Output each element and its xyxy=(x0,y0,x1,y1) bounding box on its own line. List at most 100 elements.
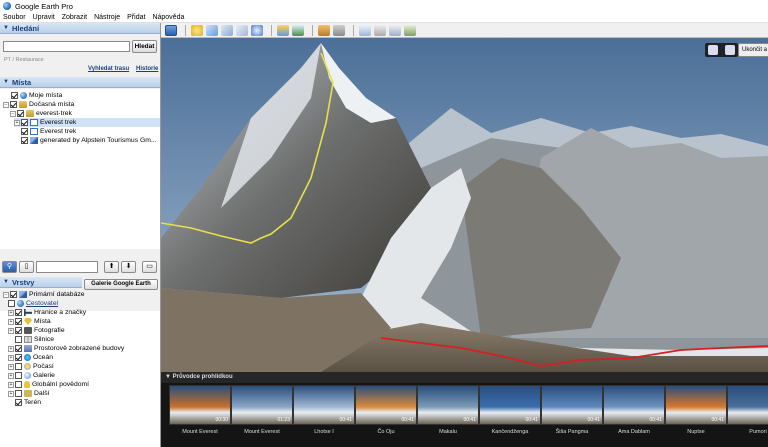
tree-item[interactable]: − Dočasná místa xyxy=(3,100,74,109)
checkbox[interactable] xyxy=(11,92,18,99)
places-panel-header[interactable]: ▼ Místa xyxy=(0,77,160,88)
checkbox[interactable] xyxy=(15,354,22,361)
tree-item[interactable]: Moje místa xyxy=(11,91,62,100)
exit-tour-button[interactable]: Ukončit a xyxy=(738,43,768,57)
add-placemark-button[interactable] xyxy=(191,24,203,36)
expand-toggle[interactable]: + xyxy=(8,327,14,334)
panel-toggle-button[interactable]: ▯ xyxy=(19,260,34,273)
tree-item[interactable]: + Prostorově zobrazené budovy xyxy=(8,344,124,353)
checkbox[interactable] xyxy=(21,119,28,126)
layers-panel-header[interactable]: ▼ Vrstvy xyxy=(0,277,82,288)
tour-thumbnail[interactable]: 00:41 xyxy=(665,385,727,425)
move-up-button[interactable]: ⬆ xyxy=(104,260,119,273)
tree-item[interactable]: Cestovatel xyxy=(8,299,58,308)
menu-tools[interactable]: Nástroje xyxy=(94,14,120,21)
history-link[interactable]: Historie xyxy=(136,66,158,72)
historical-imagery-button[interactable] xyxy=(292,24,304,36)
checkbox[interactable] xyxy=(15,336,22,343)
tour-thumbnail[interactable]: 01:23 xyxy=(231,385,293,425)
tour-guide-header[interactable]: ▼ Průvodce prohlídkou xyxy=(161,372,768,383)
email-button[interactable] xyxy=(359,24,371,36)
places-filter-input[interactable] xyxy=(36,260,98,273)
expand-toggle[interactable]: − xyxy=(3,101,9,108)
checkbox[interactable] xyxy=(15,309,22,316)
add-path-button[interactable] xyxy=(221,24,233,36)
expand-toggle[interactable]: + xyxy=(8,309,14,316)
tour-thumbnail[interactable]: 00:41 xyxy=(603,385,665,425)
tree-item[interactable]: + Další xyxy=(8,389,50,398)
tree-item[interactable]: + Oceán xyxy=(8,353,53,362)
add-polygon-button[interactable] xyxy=(206,24,218,36)
tour-thumbnail[interactable]: 00:41 xyxy=(479,385,541,425)
checkbox[interactable] xyxy=(17,110,24,117)
checkbox[interactable] xyxy=(15,318,22,325)
menu-help[interactable]: Nápověda xyxy=(152,14,184,21)
checkbox[interactable] xyxy=(8,300,15,307)
tree-item[interactable]: + Hranice a značky xyxy=(8,308,86,317)
record-tour-button[interactable] xyxy=(251,24,263,36)
checkbox[interactable] xyxy=(21,128,28,135)
tour-thumbnail[interactable]: 00:41 xyxy=(293,385,355,425)
checkbox[interactable] xyxy=(15,345,22,352)
camera-view-icon[interactable] xyxy=(724,45,735,55)
directions-link[interactable]: Vyhledat trasu xyxy=(88,66,129,72)
checkbox[interactable] xyxy=(10,101,17,108)
expand-toggle[interactable]: + xyxy=(8,381,14,388)
save-image-button[interactable] xyxy=(389,24,401,36)
menu-file[interactable]: Soubor xyxy=(3,14,26,21)
image-overlay-button[interactable] xyxy=(236,24,248,36)
tree-item-label[interactable]: Cestovatel xyxy=(26,300,58,307)
checkbox[interactable] xyxy=(15,390,22,397)
tree-item[interactable]: − everest-trek xyxy=(10,109,72,118)
search-input[interactable] xyxy=(3,41,130,52)
navigation-control[interactable] xyxy=(705,43,738,57)
tour-thumbnail[interactable] xyxy=(727,385,768,425)
tree-item[interactable]: + Fotografie xyxy=(8,326,65,335)
tree-item[interactable]: + Místa xyxy=(8,317,51,326)
tree-item[interactable]: Silnice xyxy=(15,335,54,344)
sunlight-button[interactable] xyxy=(277,24,289,36)
expand-toggle[interactable]: + xyxy=(8,345,14,352)
earth-gallery-button[interactable]: Galerie Google Earth xyxy=(84,279,158,290)
expand-toggle[interactable]: + xyxy=(14,119,20,126)
checkbox[interactable] xyxy=(15,327,22,334)
planets-button[interactable] xyxy=(318,24,330,36)
expand-toggle[interactable]: − xyxy=(3,291,9,298)
ruler-button[interactable] xyxy=(333,24,345,36)
tree-item[interactable]: Everest trek xyxy=(21,127,76,136)
menu-edit[interactable]: Upravit xyxy=(33,14,55,21)
print-button[interactable] xyxy=(374,24,386,36)
menu-add[interactable]: Přidat xyxy=(127,14,145,21)
checkbox[interactable] xyxy=(15,381,22,388)
expand-toggle[interactable]: + xyxy=(8,363,14,370)
expand-toggle[interactable]: − xyxy=(10,110,16,117)
search-panel-header[interactable]: ▼ Hledání xyxy=(0,23,160,34)
expand-toggle[interactable]: + xyxy=(8,372,14,379)
tour-thumbnail[interactable]: 00:41 xyxy=(355,385,417,425)
person-icon[interactable] xyxy=(708,45,719,55)
search-button[interactable]: Hledat xyxy=(132,40,157,53)
search-places-button[interactable]: ⚲ xyxy=(2,260,17,273)
checkbox[interactable] xyxy=(21,137,28,144)
expand-toggle[interactable]: + xyxy=(8,354,14,361)
earth-3d-view[interactable]: Ukončit a xyxy=(161,38,768,372)
tree-item[interactable]: Terén xyxy=(15,398,41,407)
tree-item[interactable]: + Galerie xyxy=(8,371,55,380)
checkbox[interactable] xyxy=(15,399,22,406)
tour-thumbnail[interactable]: 00:30 xyxy=(169,385,231,425)
move-down-button[interactable]: ⬇ xyxy=(121,260,136,273)
add-folder-button[interactable]: ▭ xyxy=(142,260,157,273)
checkbox[interactable] xyxy=(10,291,17,298)
tree-item[interactable]: + Počasí xyxy=(8,362,54,371)
tree-item-selected[interactable]: + Everest trek xyxy=(14,118,160,127)
expand-toggle[interactable]: + xyxy=(8,318,14,325)
checkbox[interactable] xyxy=(15,363,22,370)
tour-thumbnail[interactable]: 00:41 xyxy=(541,385,603,425)
view-in-maps-button[interactable] xyxy=(404,24,416,36)
expand-toggle[interactable]: + xyxy=(8,390,14,397)
tree-item[interactable]: + Globální povědomí xyxy=(8,380,89,389)
menu-view[interactable]: Zobrazit xyxy=(62,14,87,21)
tree-item[interactable]: generated by Alpstein Tourismus Gm... xyxy=(21,136,157,145)
tour-thumbnail[interactable]: 00:41 xyxy=(417,385,479,425)
checkbox[interactable] xyxy=(15,372,22,379)
